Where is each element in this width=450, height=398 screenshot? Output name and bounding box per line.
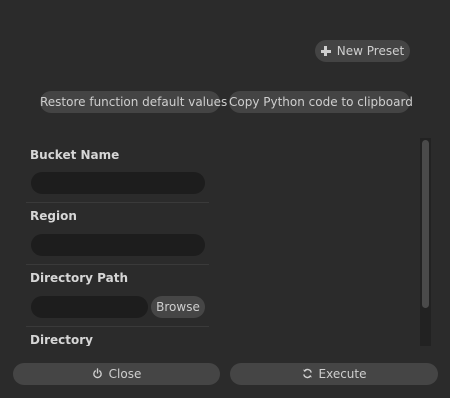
copy-python-label: Copy Python code to clipboard — [229, 95, 413, 109]
region-label: Region — [30, 209, 77, 223]
browse-button[interactable]: Browse — [151, 296, 205, 318]
copy-python-button[interactable]: Copy Python code to clipboard — [229, 91, 413, 113]
restore-defaults-button[interactable]: Restore function default values — [40, 91, 227, 113]
close-label: Close — [108, 367, 142, 381]
plus-icon — [320, 46, 331, 56]
bucket-name-input[interactable] — [31, 172, 205, 194]
execute-label: Execute — [318, 367, 367, 381]
field-separator — [26, 202, 209, 203]
new-preset-button[interactable]: New Preset — [315, 40, 410, 62]
region-input[interactable] — [31, 234, 205, 256]
directory-path-label: Directory Path — [30, 271, 128, 285]
scrollbar-thumb[interactable] — [422, 140, 429, 308]
refresh-icon — [302, 368, 312, 379]
execute-button[interactable]: Execute — [230, 363, 438, 385]
directory-path-input[interactable] — [31, 296, 148, 318]
directory-label: Directory — [30, 333, 93, 346]
form-scrollbar[interactable] — [420, 138, 431, 346]
field-separator — [26, 326, 209, 327]
close-button[interactable]: Close — [13, 363, 220, 385]
power-icon — [92, 368, 102, 379]
bucket-name-label: Bucket Name — [30, 148, 120, 162]
field-separator — [26, 264, 209, 265]
restore-defaults-label: Restore function default values — [40, 95, 228, 109]
new-preset-label: New Preset — [336, 44, 405, 58]
parameter-form: Bucket Name Region Directory Path Browse… — [0, 138, 420, 346]
